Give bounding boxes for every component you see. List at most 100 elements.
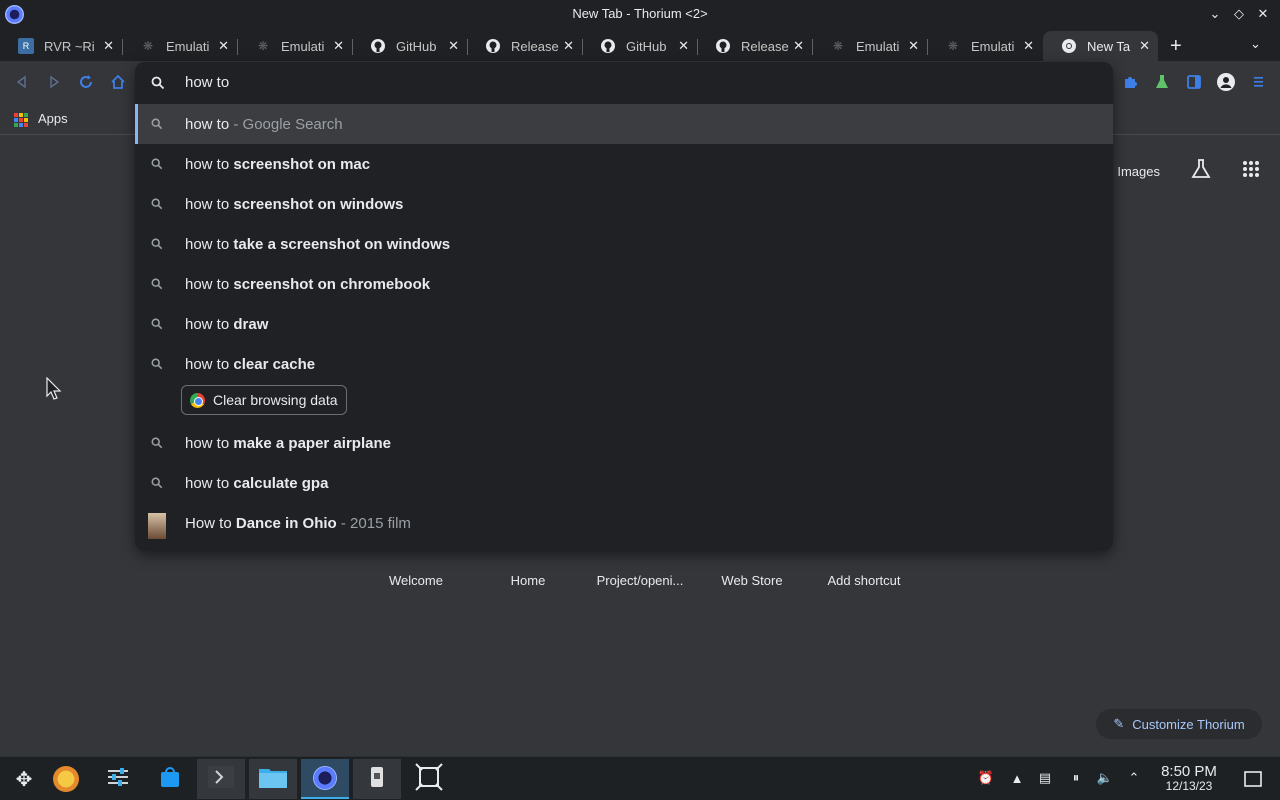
tab-emulation-4[interactable]: ❋ Emulati ✕: [927, 31, 1042, 61]
close-tab-icon[interactable]: ✕: [563, 38, 574, 54]
maximize-icon[interactable]: ◇: [1228, 4, 1250, 24]
tab-github-2[interactable]: GitHub ✕: [582, 31, 698, 61]
suggestion-text: how to screenshot on chromebook: [185, 275, 431, 293]
tab-release-1[interactable]: Release ✕: [467, 31, 583, 61]
tab-label: New Ta: [1087, 38, 1131, 54]
github-icon: [370, 38, 386, 54]
shortcut-home[interactable]: Home: [472, 573, 584, 588]
suggestion-text: How to Dance in Ohio - 2015 film: [185, 514, 411, 532]
tab-rvr[interactable]: R RVR ~Ri ✕: [0, 31, 123, 61]
search-icon: [151, 198, 163, 210]
launcher-icon: ✥: [15, 768, 33, 791]
usb-drive-icon: [369, 765, 385, 794]
updates-icon[interactable]: ▲: [1008, 769, 1026, 787]
shortcut-add[interactable]: Add shortcut: [808, 573, 920, 588]
apps-grid-icon[interactable]: [14, 113, 28, 127]
shortcuts-row: Welcome Home Project/openi... Web Store …: [360, 573, 920, 588]
search-icon: [151, 477, 163, 489]
suggestion-item[interactable]: how to - Google Search: [135, 104, 1113, 144]
tab-emulation-2[interactable]: ❋ Emulati ✕: [237, 31, 353, 61]
task-settings[interactable]: [94, 759, 142, 799]
profile-avatar-icon[interactable]: [1217, 73, 1235, 91]
suggestion-text: how to make a paper airplane: [185, 434, 391, 452]
clear-browsing-data-chip[interactable]: Clear browsing data: [181, 385, 347, 415]
images-link[interactable]: Images: [1117, 164, 1160, 179]
emulation-icon: ❋: [947, 39, 959, 53]
close-tab-icon[interactable]: ✕: [793, 38, 804, 54]
close-tab-icon[interactable]: ✕: [678, 38, 689, 54]
suggestion-item[interactable]: how to make a paper airplane: [135, 423, 1113, 463]
clock[interactable]: 8:50 PM 12/13/23: [1155, 763, 1223, 793]
side-panel-icon[interactable]: [1185, 73, 1203, 91]
suggestion-item[interactable]: how to clear cache: [135, 344, 1113, 384]
search-icon: [151, 437, 163, 449]
labs-flask-icon[interactable]: [1153, 73, 1171, 91]
forward-icon[interactable]: [45, 73, 63, 91]
tab-release-2[interactable]: Release ✕: [697, 31, 813, 61]
shortcut-web-store[interactable]: Web Store: [696, 573, 808, 588]
close-tab-icon[interactable]: ✕: [1139, 38, 1150, 54]
omnibox-input[interactable]: how to: [185, 74, 229, 91]
volume-muted-icon[interactable]: 🔈: [1096, 769, 1114, 787]
suggestion-item[interactable]: how to screenshot on mac: [135, 144, 1113, 184]
suggestion-item[interactable]: how to screenshot on chromebook: [135, 264, 1113, 304]
shortcut-welcome[interactable]: Welcome: [360, 573, 472, 588]
extensions-icon[interactable]: [1121, 73, 1139, 91]
close-tab-icon[interactable]: ✕: [333, 38, 344, 54]
show-desktop-icon[interactable]: [1244, 770, 1262, 788]
minimize-icon[interactable]: ⌄: [1204, 4, 1226, 24]
tab-emulation-3[interactable]: ❋ Emulati ✕: [812, 31, 928, 61]
tray-expand-icon[interactable]: ⌃: [1125, 769, 1143, 787]
tab-emulation-1[interactable]: ❋ Emulati ✕: [122, 31, 238, 61]
close-tab-icon[interactable]: ✕: [448, 38, 459, 54]
close-tab-icon[interactable]: ✕: [1023, 38, 1034, 54]
suggestion-text: how to draw: [185, 315, 269, 333]
close-tab-icon[interactable]: ✕: [218, 38, 229, 54]
google-apps-icon[interactable]: [1242, 160, 1260, 183]
tab-search-chevron-icon[interactable]: ⌄: [1250, 36, 1261, 52]
close-tab-icon[interactable]: ✕: [103, 38, 114, 54]
chrome-icon: [1061, 38, 1077, 54]
customize-button[interactable]: ✎ Customize Thorium: [1096, 709, 1262, 739]
suggestion-item[interactable]: how to screenshot on windows: [135, 184, 1113, 224]
search-icon: [151, 118, 163, 130]
thorium-browser-icon: [313, 766, 337, 790]
task-overview[interactable]: [405, 759, 453, 799]
task-pinned-app[interactable]: [42, 759, 90, 799]
home-icon[interactable]: [109, 73, 127, 91]
omnibox-input-row[interactable]: how to: [135, 62, 1113, 104]
tab-new-tab[interactable]: New Ta ✕: [1043, 31, 1158, 61]
task-thorium[interactable]: [301, 759, 349, 799]
close-window-icon[interactable]: ✕: [1252, 4, 1274, 24]
customize-label: Customize Thorium: [1132, 716, 1245, 732]
suggestion-text: how to screenshot on mac: [185, 155, 371, 173]
search-labs-icon[interactable]: [1190, 158, 1212, 185]
app-launcher[interactable]: ✥: [0, 759, 48, 799]
task-usb-app[interactable]: [353, 759, 401, 799]
tab-label: Emulati: [971, 38, 1015, 54]
suggestion-item[interactable]: how to draw: [135, 304, 1113, 344]
media-pause-icon[interactable]: ⏸: [1067, 769, 1085, 787]
suggestion-item[interactable]: how to take a screenshot on windows: [135, 224, 1113, 264]
task-file-manager[interactable]: [249, 759, 297, 799]
chrome-icon: [190, 392, 205, 408]
close-tab-icon[interactable]: ✕: [908, 38, 919, 54]
alarm-icon[interactable]: ⏰: [977, 769, 995, 787]
task-store[interactable]: [146, 759, 194, 799]
tab-github-1[interactable]: GitHub ✕: [352, 31, 468, 61]
shortcut-project[interactable]: Project/openi...: [584, 573, 696, 588]
suggestion-item-entity[interactable]: How to Dance in Ohio - 2015 film: [135, 503, 1113, 543]
back-icon[interactable]: [13, 73, 31, 91]
sun-mascot-icon: [53, 766, 79, 792]
emulation-icon: ❋: [832, 39, 844, 53]
reload-icon[interactable]: [77, 73, 95, 91]
menu-icon[interactable]: [1249, 73, 1267, 91]
film-thumbnail: [148, 513, 166, 539]
apps-bookmark[interactable]: Apps: [38, 111, 68, 126]
clipboard-icon[interactable]: ▤: [1036, 769, 1054, 787]
task-terminal[interactable]: [197, 759, 245, 799]
suggestion-item[interactable]: how to calculate gpa: [135, 463, 1113, 503]
new-tab-button[interactable]: +: [1170, 35, 1182, 58]
clock-time: 8:50 PM: [1161, 763, 1217, 780]
tab-label: Release: [511, 38, 559, 54]
